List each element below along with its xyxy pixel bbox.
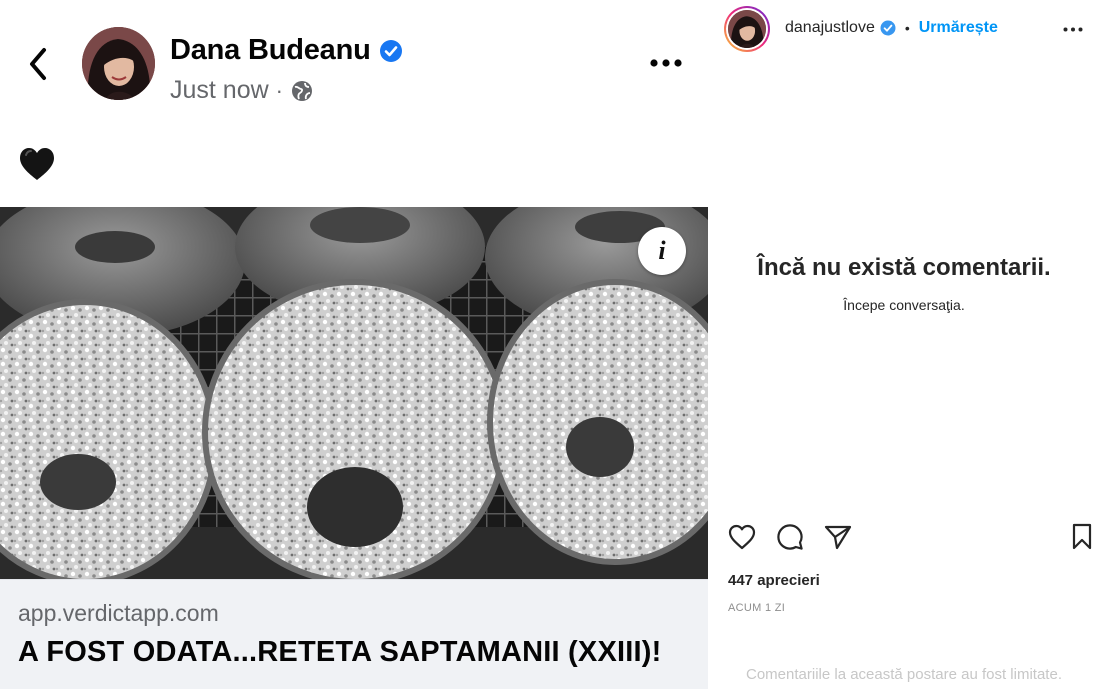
post-age[interactable]: ACUM 1 ZI [728,602,785,614]
chevron-left-icon [30,48,46,80]
post-meta: Just now · [170,76,314,105]
profile-header: danajustlove • Urmărește [785,19,998,37]
link-preview-card[interactable]: app.verdictapp.com A FOST ODATA...RETETA… [0,579,708,689]
facebook-post: Dana Budeanu Just now · i app.verdictapp… [0,0,708,700]
globe-icon[interactable] [290,79,314,103]
save-button[interactable] [1066,520,1098,554]
verified-badge-icon [880,20,896,36]
author-avatar[interactable] [82,27,155,100]
send-icon [824,525,852,550]
post-options-button[interactable] [1058,16,1088,42]
action-bar [726,520,1092,554]
comment-button[interactable] [774,520,806,554]
author-name[interactable]: Dana Budeanu [170,34,371,67]
more-horizontal-icon [650,59,682,67]
link-preview-image[interactable]: i [0,207,708,579]
back-button[interactable] [20,44,56,84]
comments-limited-notice: Comentariile la această postare au fost … [746,666,1062,683]
info-icon: i [658,236,666,265]
likes-count[interactable]: 447 aprecieri [728,572,820,589]
link-headline[interactable]: A FOST ODATA...RETETA SAPTAMANII (XXIII)… [18,636,661,669]
link-domain: app.verdictapp.com [18,600,219,626]
username-link[interactable]: danajustlove [785,19,875,37]
bookmark-icon [1072,523,1092,550]
post-options-button[interactable] [646,48,686,78]
share-button[interactable] [822,520,854,554]
comment-icon [777,524,803,550]
instagram-panel: danajustlove • Urmărește Încă nu există … [708,0,1100,700]
author-name-row: Dana Budeanu [170,34,403,67]
no-comments-title: Încă nu există comentarii. [757,254,1051,281]
meta-separator: · [275,77,283,103]
post-timestamp[interactable]: Just now [170,76,269,105]
header-separator: • [904,20,910,36]
info-button[interactable]: i [638,227,686,275]
black-heart-emoji [18,146,56,184]
no-comments-subtitle: Începe conversaţia. [843,297,965,313]
profile-avatar[interactable] [724,6,770,52]
heart-outline-icon [728,524,756,550]
verified-badge-icon [379,39,403,63]
like-button[interactable] [726,520,758,554]
follow-button[interactable]: Urmărește [919,19,998,37]
more-horizontal-icon [1063,27,1083,31]
